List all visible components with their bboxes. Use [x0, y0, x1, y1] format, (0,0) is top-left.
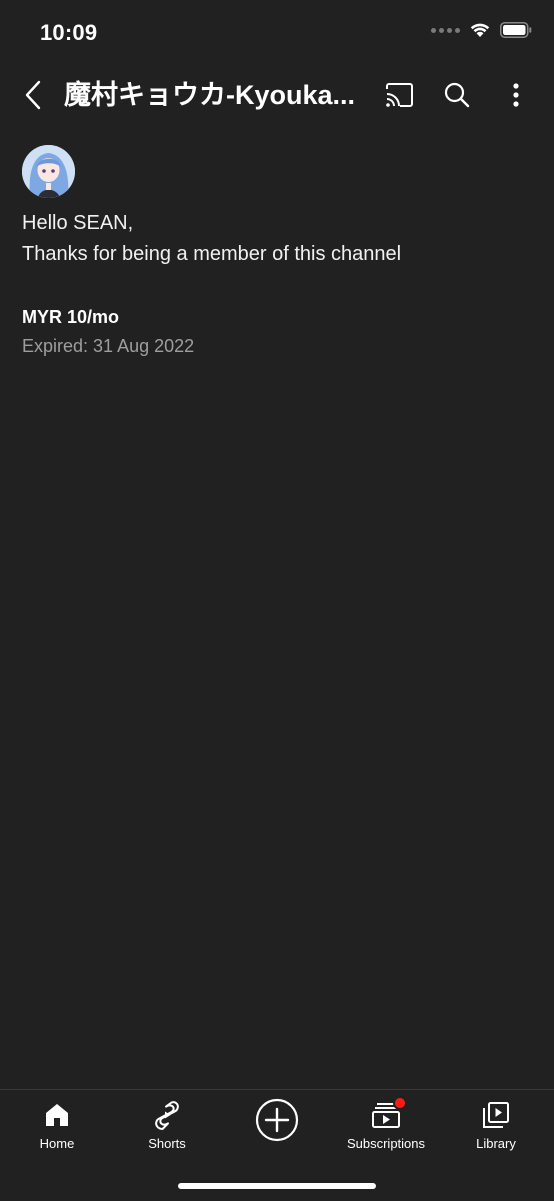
- search-button[interactable]: [438, 76, 476, 114]
- home-indicator[interactable]: [178, 1183, 376, 1189]
- search-icon: [444, 82, 470, 108]
- top-app-bar: 魔村キョウカ-Kyouka...: [0, 66, 554, 124]
- nav-library[interactable]: Library: [441, 1100, 551, 1151]
- nav-home[interactable]: Home: [2, 1100, 112, 1151]
- more-options-button[interactable]: [497, 76, 535, 114]
- nav-subscriptions[interactable]: Subscriptions: [331, 1096, 441, 1151]
- membership-expiry: Expired: 31 Aug 2022: [22, 336, 195, 356]
- cast-icon: [386, 83, 413, 107]
- home-icon: [46, 1104, 68, 1126]
- chevron-left-icon: [25, 80, 41, 110]
- status-icons: [431, 22, 532, 38]
- notification-badge: [393, 1096, 407, 1110]
- more-vertical-icon: [513, 83, 519, 107]
- membership-greeting: Hello SEAN, Thanks for being a member of…: [22, 208, 401, 270]
- create-plus-icon: [255, 1098, 299, 1142]
- nav-shorts-label: Shorts: [148, 1136, 186, 1151]
- cast-button[interactable]: [380, 76, 418, 114]
- status-bar: 10:09: [0, 0, 554, 66]
- greeting-line-2: Thanks for being a member of this channe…: [22, 243, 402, 265]
- nav-subscriptions-label: Subscriptions: [346, 1136, 426, 1151]
- page-title: 魔村キョウカ-Kyouka...: [64, 80, 356, 110]
- wifi-icon: [470, 23, 490, 37]
- shorts-icon: [155, 1101, 179, 1130]
- back-button[interactable]: [14, 76, 52, 114]
- nav-shorts[interactable]: Shorts: [112, 1100, 222, 1151]
- nav-create[interactable]: [222, 1098, 332, 1142]
- battery-icon: [500, 22, 532, 38]
- cellular-signal-icon: [431, 27, 460, 33]
- channel-avatar: [22, 145, 75, 198]
- nav-library-label: Library: [476, 1136, 516, 1151]
- status-time: 10:09: [40, 20, 98, 45]
- nav-home-label: Home: [39, 1136, 75, 1151]
- library-icon: [483, 1102, 509, 1128]
- greeting-line-1: Hello SEAN,: [22, 212, 134, 234]
- membership-price: MYR 10/mo: [22, 307, 120, 327]
